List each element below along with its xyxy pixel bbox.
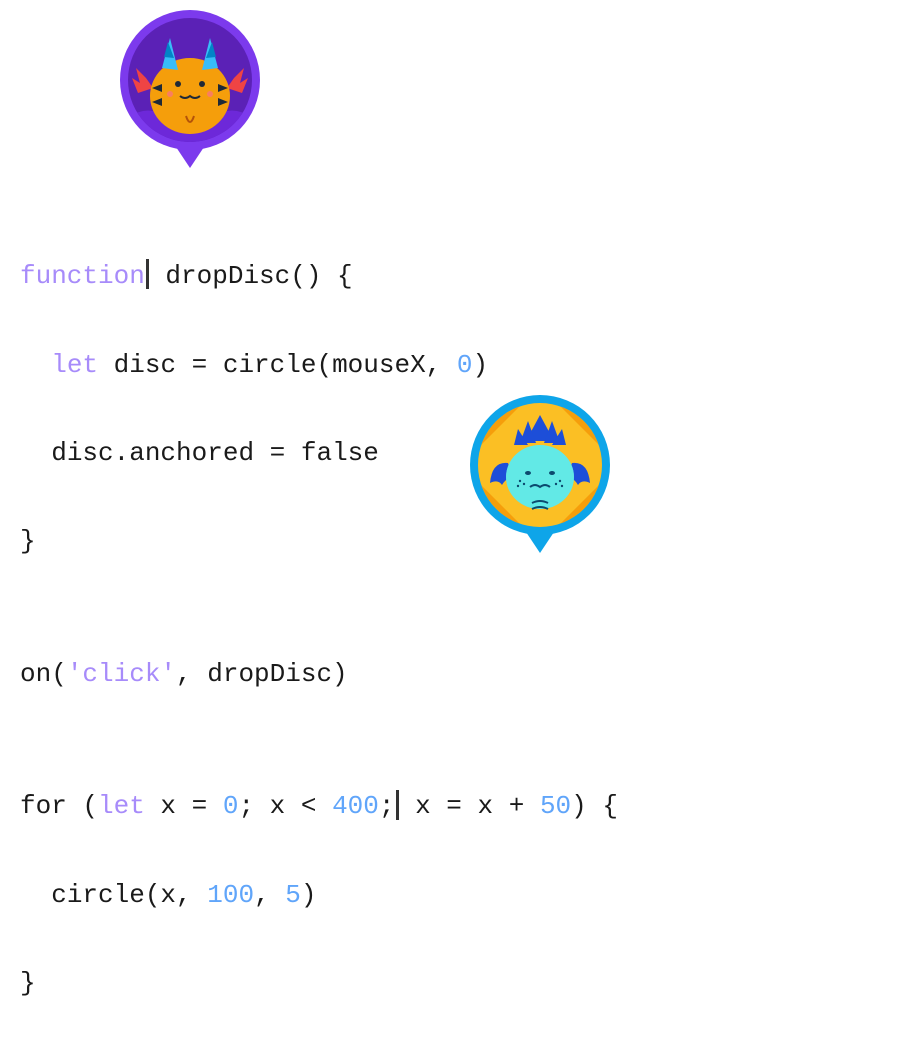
number-literal: 50 <box>540 791 571 821</box>
code-line-3[interactable]: disc.anchored = false <box>20 431 888 475</box>
number-literal: 0 <box>223 791 239 821</box>
code-text: dropDisc() { <box>150 261 353 291</box>
code-line-6[interactable]: on('click', dropDisc) <box>20 652 888 696</box>
code-text: } <box>20 968 36 998</box>
collaborator-cursor-avatar-2 <box>470 395 610 565</box>
orange-cat-monster-icon <box>128 18 252 142</box>
keyword-let: let <box>51 350 98 380</box>
code-text: disc.anchored = false <box>51 438 379 468</box>
code-text: on( <box>20 659 67 689</box>
code-text: x = <box>145 791 223 821</box>
code-line-4[interactable]: } <box>20 519 888 563</box>
string-literal: 'click' <box>67 659 176 689</box>
code-text: ) { <box>571 791 618 821</box>
blue-fish-sprite-icon <box>478 403 602 527</box>
code-text: , dropDisc) <box>176 659 348 689</box>
code-text: x = x + <box>400 791 540 821</box>
code-text: ) <box>473 350 489 380</box>
code-line-9[interactable]: circle(x, 100, 5) <box>20 873 888 917</box>
collaborator-cursor-avatar-1 <box>120 10 260 180</box>
code-text: ; x < <box>238 791 332 821</box>
code-text: ; <box>379 791 395 821</box>
code-text: for ( <box>20 791 98 821</box>
code-text: , <box>254 880 285 910</box>
code-line-1[interactable]: function dropDisc() { <box>20 254 888 298</box>
number-literal: 100 <box>207 880 254 910</box>
keyword-let: let <box>98 791 145 821</box>
code-text: circle(x, <box>51 880 207 910</box>
avatar-ring <box>120 10 260 150</box>
code-text: disc = circle(mouseX, <box>98 350 457 380</box>
keyword-function: function <box>20 261 145 291</box>
code-line-8[interactable]: for (let x = 0; x < 400; x = x + 50) { <box>20 784 888 828</box>
cursor-pointer-arrow <box>174 144 206 168</box>
code-line-2[interactable]: let disc = circle(mouseX, 0) <box>20 343 888 387</box>
indent <box>20 350 51 380</box>
remote-cursor-1 <box>146 259 149 289</box>
code-line-10[interactable]: } <box>20 961 888 1005</box>
remote-cursor-2 <box>396 790 399 820</box>
number-literal: 5 <box>285 880 301 910</box>
code-text: ) <box>301 880 317 910</box>
cursor-pointer-arrow <box>524 529 556 553</box>
avatar-ring <box>470 395 610 535</box>
number-literal: 0 <box>457 350 473 380</box>
number-literal: 400 <box>332 791 379 821</box>
code-text: } <box>20 526 36 556</box>
indent <box>20 438 51 468</box>
indent <box>20 880 51 910</box>
